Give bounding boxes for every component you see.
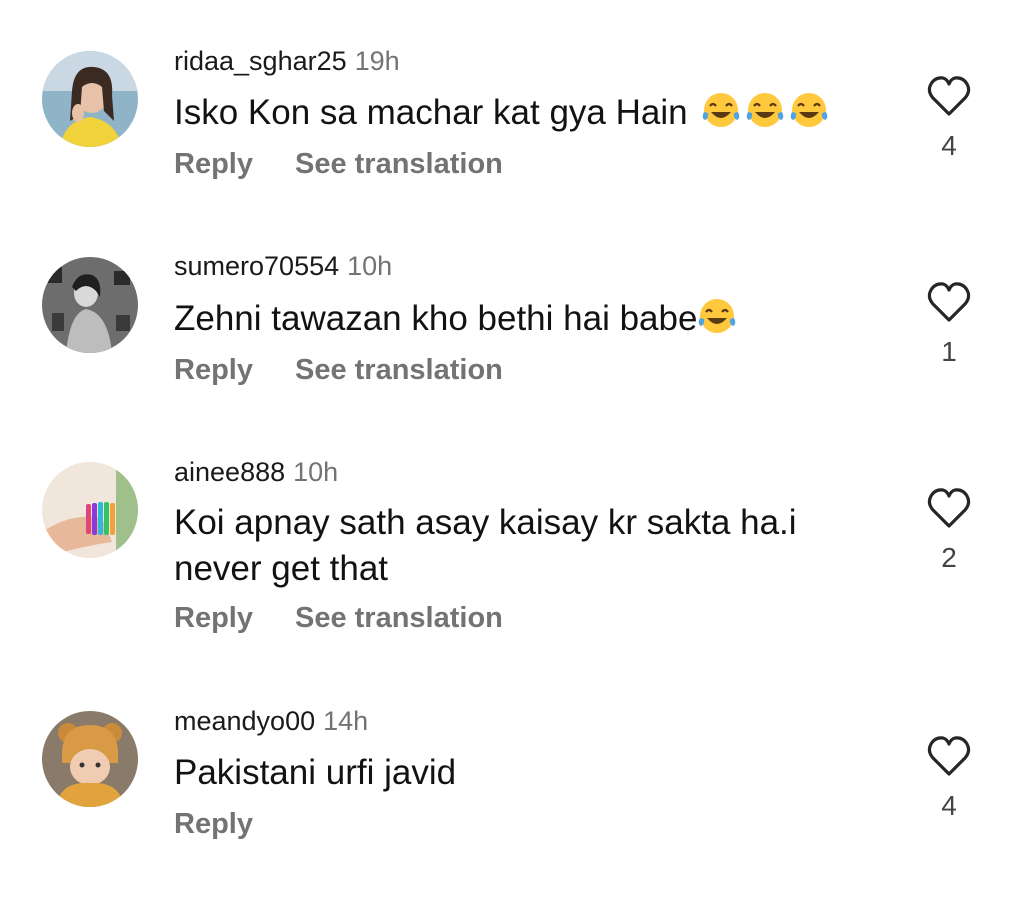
- username[interactable]: meandyo00: [174, 706, 315, 736]
- see-translation-button[interactable]: See translation: [295, 600, 503, 636]
- tears-of-joy-icon: [789, 90, 829, 130]
- like-count: 2: [941, 542, 957, 573]
- comment-text: Isko Kon sa machar kat gya Hain: [174, 90, 874, 136]
- comment-text-body: Isko Kon sa machar kat gya Hain: [174, 93, 688, 132]
- tears-of-joy-icon: [745, 90, 785, 130]
- like-count: 4: [941, 130, 957, 161]
- reply-button[interactable]: Reply: [174, 806, 253, 842]
- comment-meta: ainee888 10h: [174, 455, 338, 489]
- timestamp: 19h: [354, 46, 400, 76]
- timestamp: 10h: [293, 457, 339, 487]
- comment-meta: meandyo00 14h: [174, 704, 368, 738]
- comment-actions: Reply See translation: [174, 352, 503, 388]
- reply-button[interactable]: Reply: [174, 600, 253, 636]
- comment-actions: Reply: [174, 806, 253, 842]
- heart-outline-icon[interactable]: [925, 734, 973, 778]
- heart-outline-icon[interactable]: [925, 280, 973, 324]
- username[interactable]: sumero70554: [174, 251, 339, 281]
- avatar[interactable]: [42, 711, 138, 807]
- timestamp: 10h: [347, 251, 393, 281]
- tears-of-joy-icon: [697, 296, 737, 336]
- see-translation-button[interactable]: See translation: [295, 352, 503, 388]
- like-count: 4: [941, 790, 957, 821]
- see-translation-button[interactable]: See translation: [295, 146, 503, 182]
- username[interactable]: ainee888: [174, 457, 285, 487]
- avatar[interactable]: [42, 462, 138, 558]
- tears-of-joy-icon: [701, 90, 741, 130]
- username[interactable]: ridaa_sghar25: [174, 46, 347, 76]
- comment-actions: Reply See translation: [174, 600, 503, 636]
- comment-text: Koi apnay sath asay kaisay kr sakta ha.i…: [174, 503, 797, 588]
- comment-text-body: Zehni tawazan kho bethi hai babe: [174, 299, 698, 338]
- reply-button[interactable]: Reply: [174, 146, 253, 182]
- comment-text: Zehni tawazan kho bethi hai babe: [174, 296, 874, 342]
- like-count: 1: [941, 336, 957, 367]
- avatar[interactable]: [42, 51, 138, 147]
- avatar[interactable]: [42, 257, 138, 353]
- heart-outline-icon[interactable]: [925, 486, 973, 530]
- reply-button[interactable]: Reply: [174, 352, 253, 388]
- timestamp: 14h: [323, 706, 369, 736]
- heart-outline-icon[interactable]: [925, 74, 973, 118]
- comment-actions: Reply See translation: [174, 146, 503, 182]
- comment-meta: sumero70554 10h: [174, 249, 392, 283]
- comment-text: Pakistani urfi javid: [174, 753, 457, 792]
- comment-meta: ridaa_sghar25 19h: [174, 44, 400, 78]
